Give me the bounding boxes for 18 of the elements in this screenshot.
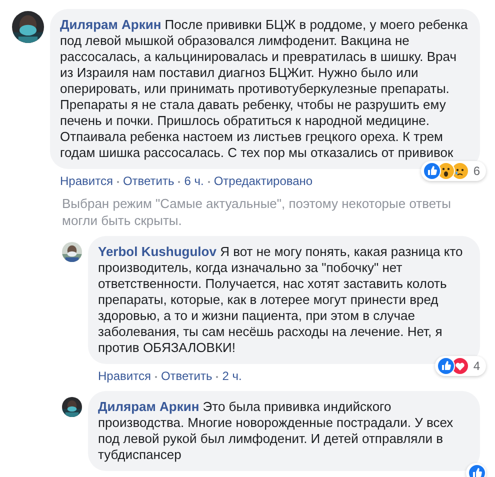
author-link[interactable]: Yerbol Kushugulov bbox=[98, 244, 216, 259]
time-link[interactable]: 6 ч. bbox=[184, 173, 204, 189]
comment-text: Дилярам Аркин Это была прививка индийского производства. Многие новорожденные пострадали. У всех под левой рукой был лимфоденит. И детей отправляли в тубдиспансер bbox=[98, 399, 454, 463]
comment-text: Yerbol Kushugulov Я вот не могу понять, какая разница кто производитель, когда изначально за "побочку" нет ответственности. Получается, нас хотят заставить колоть препараты, которые, как в лотерее могут принести вред здоровью, а то и жизни пациента, при этом в случае заболевания, ты сам несёшь расходы на лечение. Нет, я против ОБЯЗАЛОВКИ! bbox=[98, 244, 464, 356]
author-link[interactable]: Дилярам Аркин bbox=[60, 17, 162, 32]
reaction-count: 4 bbox=[473, 358, 480, 374]
action-link[interactable]: Ответить bbox=[122, 173, 174, 189]
reaction-summary[interactable]: 6 bbox=[421, 161, 486, 181]
action-link[interactable]: Нравится bbox=[98, 368, 151, 384]
notice-text: Выбран режим "Самые актуальные", поэтому некоторые ответы могли быть скрыты. bbox=[62, 195, 452, 229]
author-link[interactable]: Дилярам Аркин bbox=[98, 399, 200, 414]
reaction-summary[interactable]: 4 bbox=[435, 356, 486, 376]
edited-link[interactable]: Отредактировано bbox=[214, 173, 313, 189]
reaction-count: 6 bbox=[473, 163, 480, 179]
action-link[interactable]: Ответить bbox=[160, 368, 212, 384]
time-link[interactable]: 2 ч. bbox=[222, 368, 242, 384]
action-link[interactable]: Нравится bbox=[60, 173, 113, 189]
comment-text: Дилярам Аркин После прививки БЦЖ в роддоме, у моего ребенка под левой мышкой образовался лимфоденит. Вакцина не рассосалась, а кальцинировалась и превратилась в шишку. Врач из Израиля нам поставил диагноз БЦЖит. Нужно было или оперировать, или принимать противотуберкулезные препараты. Препараты я не стала давать ребенку, чтобы не разрушить ему печень и почки. Пришлось обратиться к народной медицине. Отпаивала ребенка настоем из листьев грецкого ореха. К трем годам шишка рассосалась. С тех пор мы отказались от прививок bbox=[60, 17, 468, 161]
